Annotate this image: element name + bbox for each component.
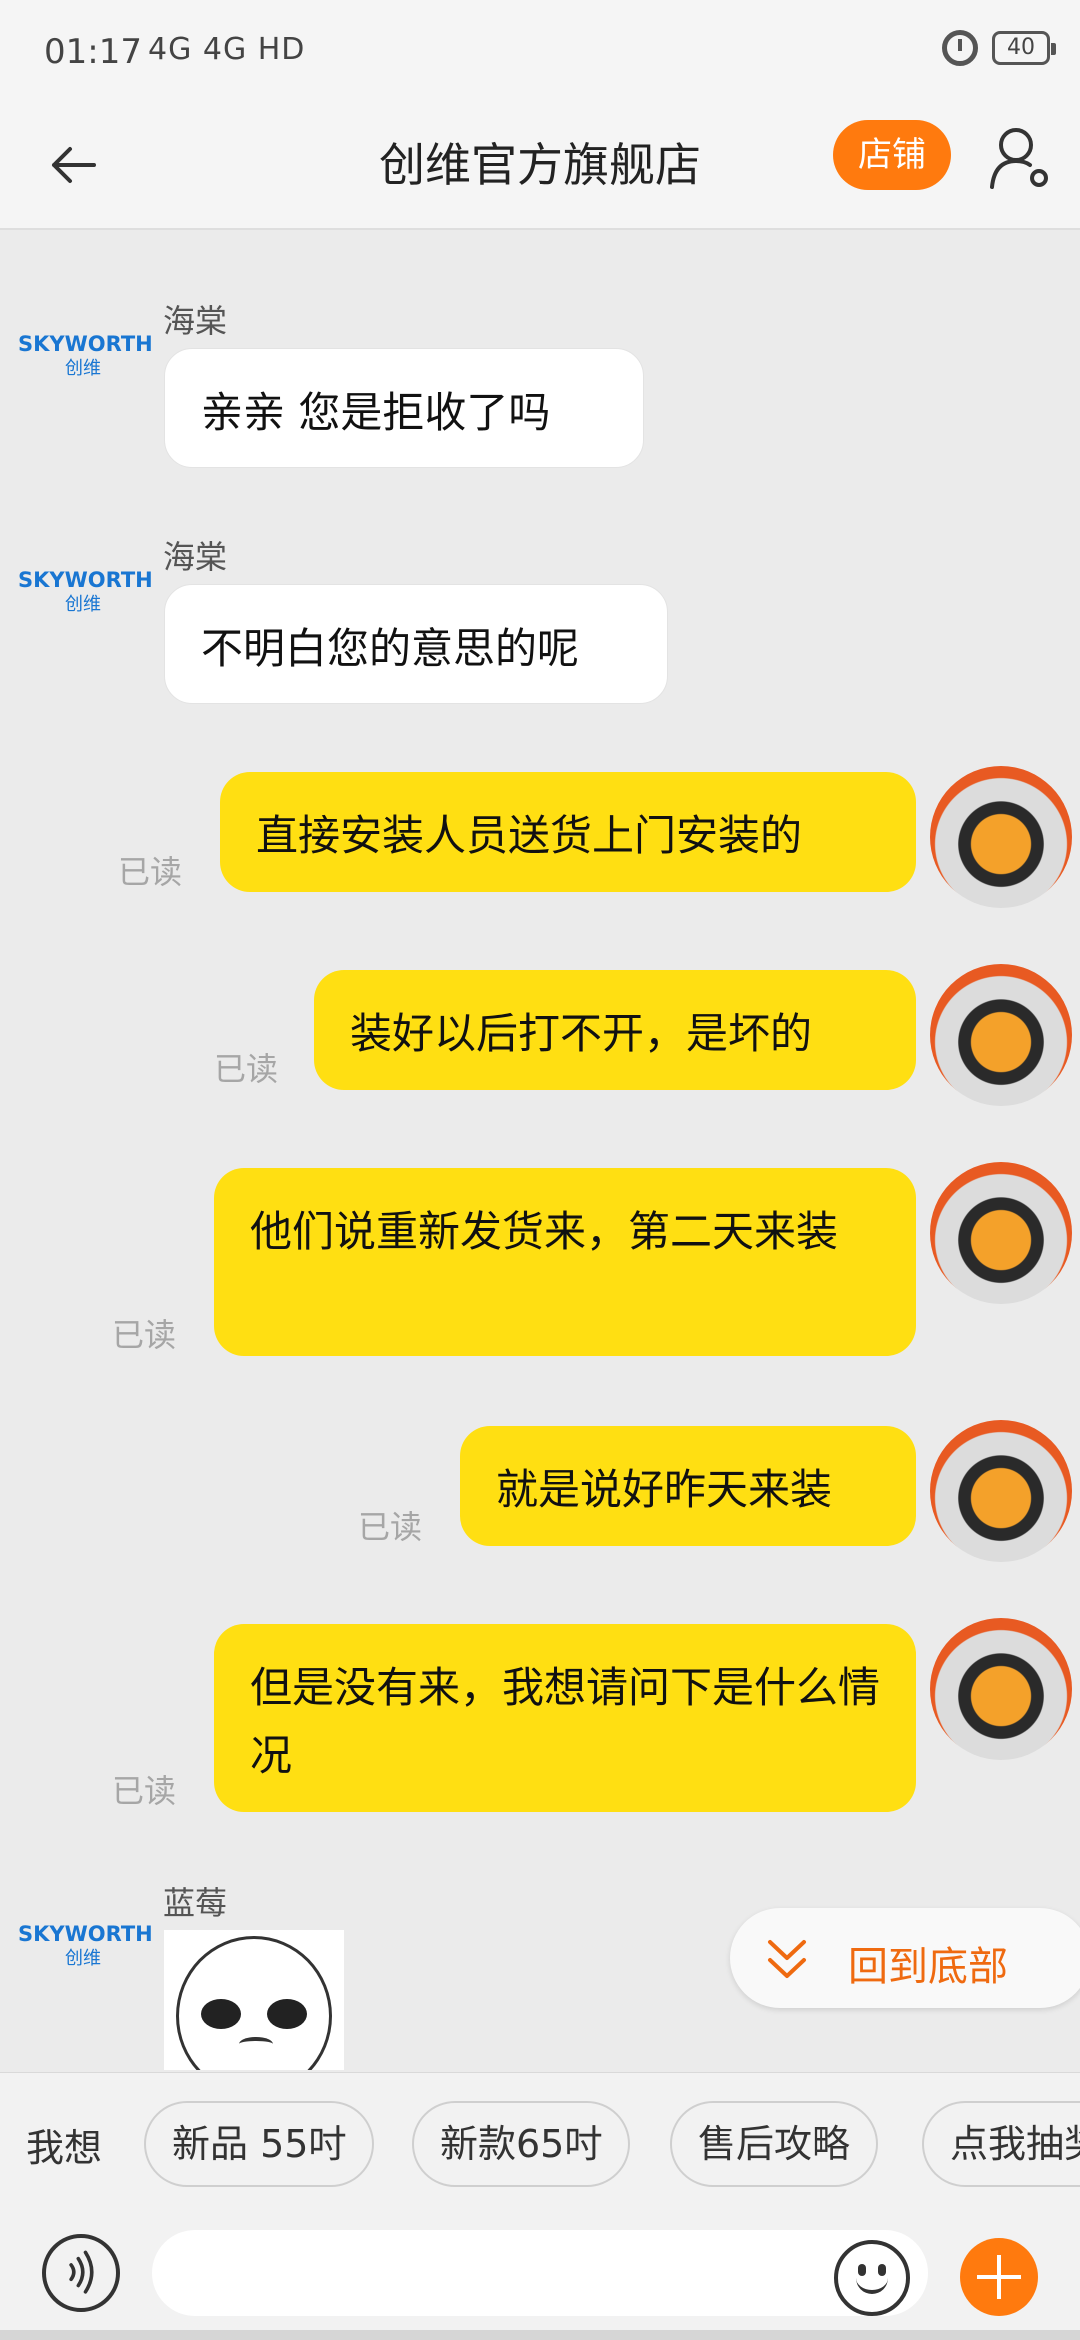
skyworth-logo: SKYWORTH 创维 [18,568,153,615]
message-bubble-outgoing[interactable]: 直接安装人员送货上门安装的 [220,772,916,892]
quick-reply-chip[interactable]: 售后攻略 [670,2101,879,2187]
chat-header: 创维官方旗舰店 店铺 [0,105,1080,230]
battery-indicator: 40 [992,31,1056,65]
voice-icon[interactable] [42,2234,120,2312]
back-to-bottom-label: 回到底部 [848,1944,1008,1990]
quick-reply-chip[interactable]: 新款65吋 [412,2101,631,2187]
quick-reply-chip[interactable]: 新品 55吋 [144,2101,375,2187]
status-time: 01:17 [44,32,142,72]
emoji-icon[interactable] [834,2240,910,2316]
person-settings-icon[interactable] [986,123,1056,193]
message-bubble-outgoing[interactable]: 就是说好昨天来装 [460,1426,916,1546]
chat-area[interactable]: SKYWORTH 创维 海棠 亲亲 您是拒收了吗 SKYWORTH 创维 海棠 … [0,232,1080,2070]
status-bar: 01:17 4G 4G HD 40 [0,0,1080,105]
read-status: 已读 [118,853,183,891]
user-avatar[interactable] [930,1162,1072,1304]
message-bubble-outgoing[interactable]: 但是没有来，我想请问下是什么情况 [214,1624,916,1812]
back-to-bottom-button[interactable]: 回到底部 [730,1908,1080,2008]
message-bubble-outgoing[interactable]: 他们说重新发货来，第二天来装 [214,1168,916,1356]
gesture-bar [0,2330,1080,2340]
sender-name: 蓝莓 [163,1884,228,1922]
read-status: 已读 [112,1772,177,1810]
read-status: 已读 [358,1508,423,1546]
message-bubble-incoming[interactable]: 亲亲 您是拒收了吗 [164,348,644,468]
read-status: 已读 [112,1316,177,1354]
skyworth-logo: SKYWORTH 创维 [18,1922,153,1969]
user-avatar[interactable] [930,766,1072,908]
message-input-bar [0,2224,1080,2340]
read-status: 已读 [214,1050,279,1088]
shop-button[interactable]: 店铺 [833,120,951,190]
sad-face-sticker[interactable] [164,1930,344,2070]
double-chevron-down-icon [768,1940,806,1978]
message-input[interactable] [152,2230,928,2316]
skyworth-logo: SKYWORTH 创维 [18,332,153,379]
user-avatar[interactable] [930,1420,1072,1562]
user-avatar[interactable] [930,964,1072,1106]
quick-reply-bar: 我想 新品 55吋 新款65吋 售后攻略 点我抽奖 [0,2072,1080,2224]
message-bubble-outgoing[interactable]: 装好以后打不开，是坏的 [314,970,916,1090]
sender-name: 海棠 [163,302,228,340]
alarm-icon [942,30,978,66]
sender-name: 海棠 [163,538,228,576]
user-avatar[interactable] [930,1618,1072,1760]
plus-icon[interactable] [960,2238,1038,2316]
quick-reply-label: 我想 [26,2126,103,2170]
network-indicator: 4G 4G HD [148,32,306,67]
quick-reply-chip[interactable]: 点我抽奖 [922,2101,1080,2187]
message-bubble-incoming[interactable]: 不明白您的意思的呢 [164,584,668,704]
